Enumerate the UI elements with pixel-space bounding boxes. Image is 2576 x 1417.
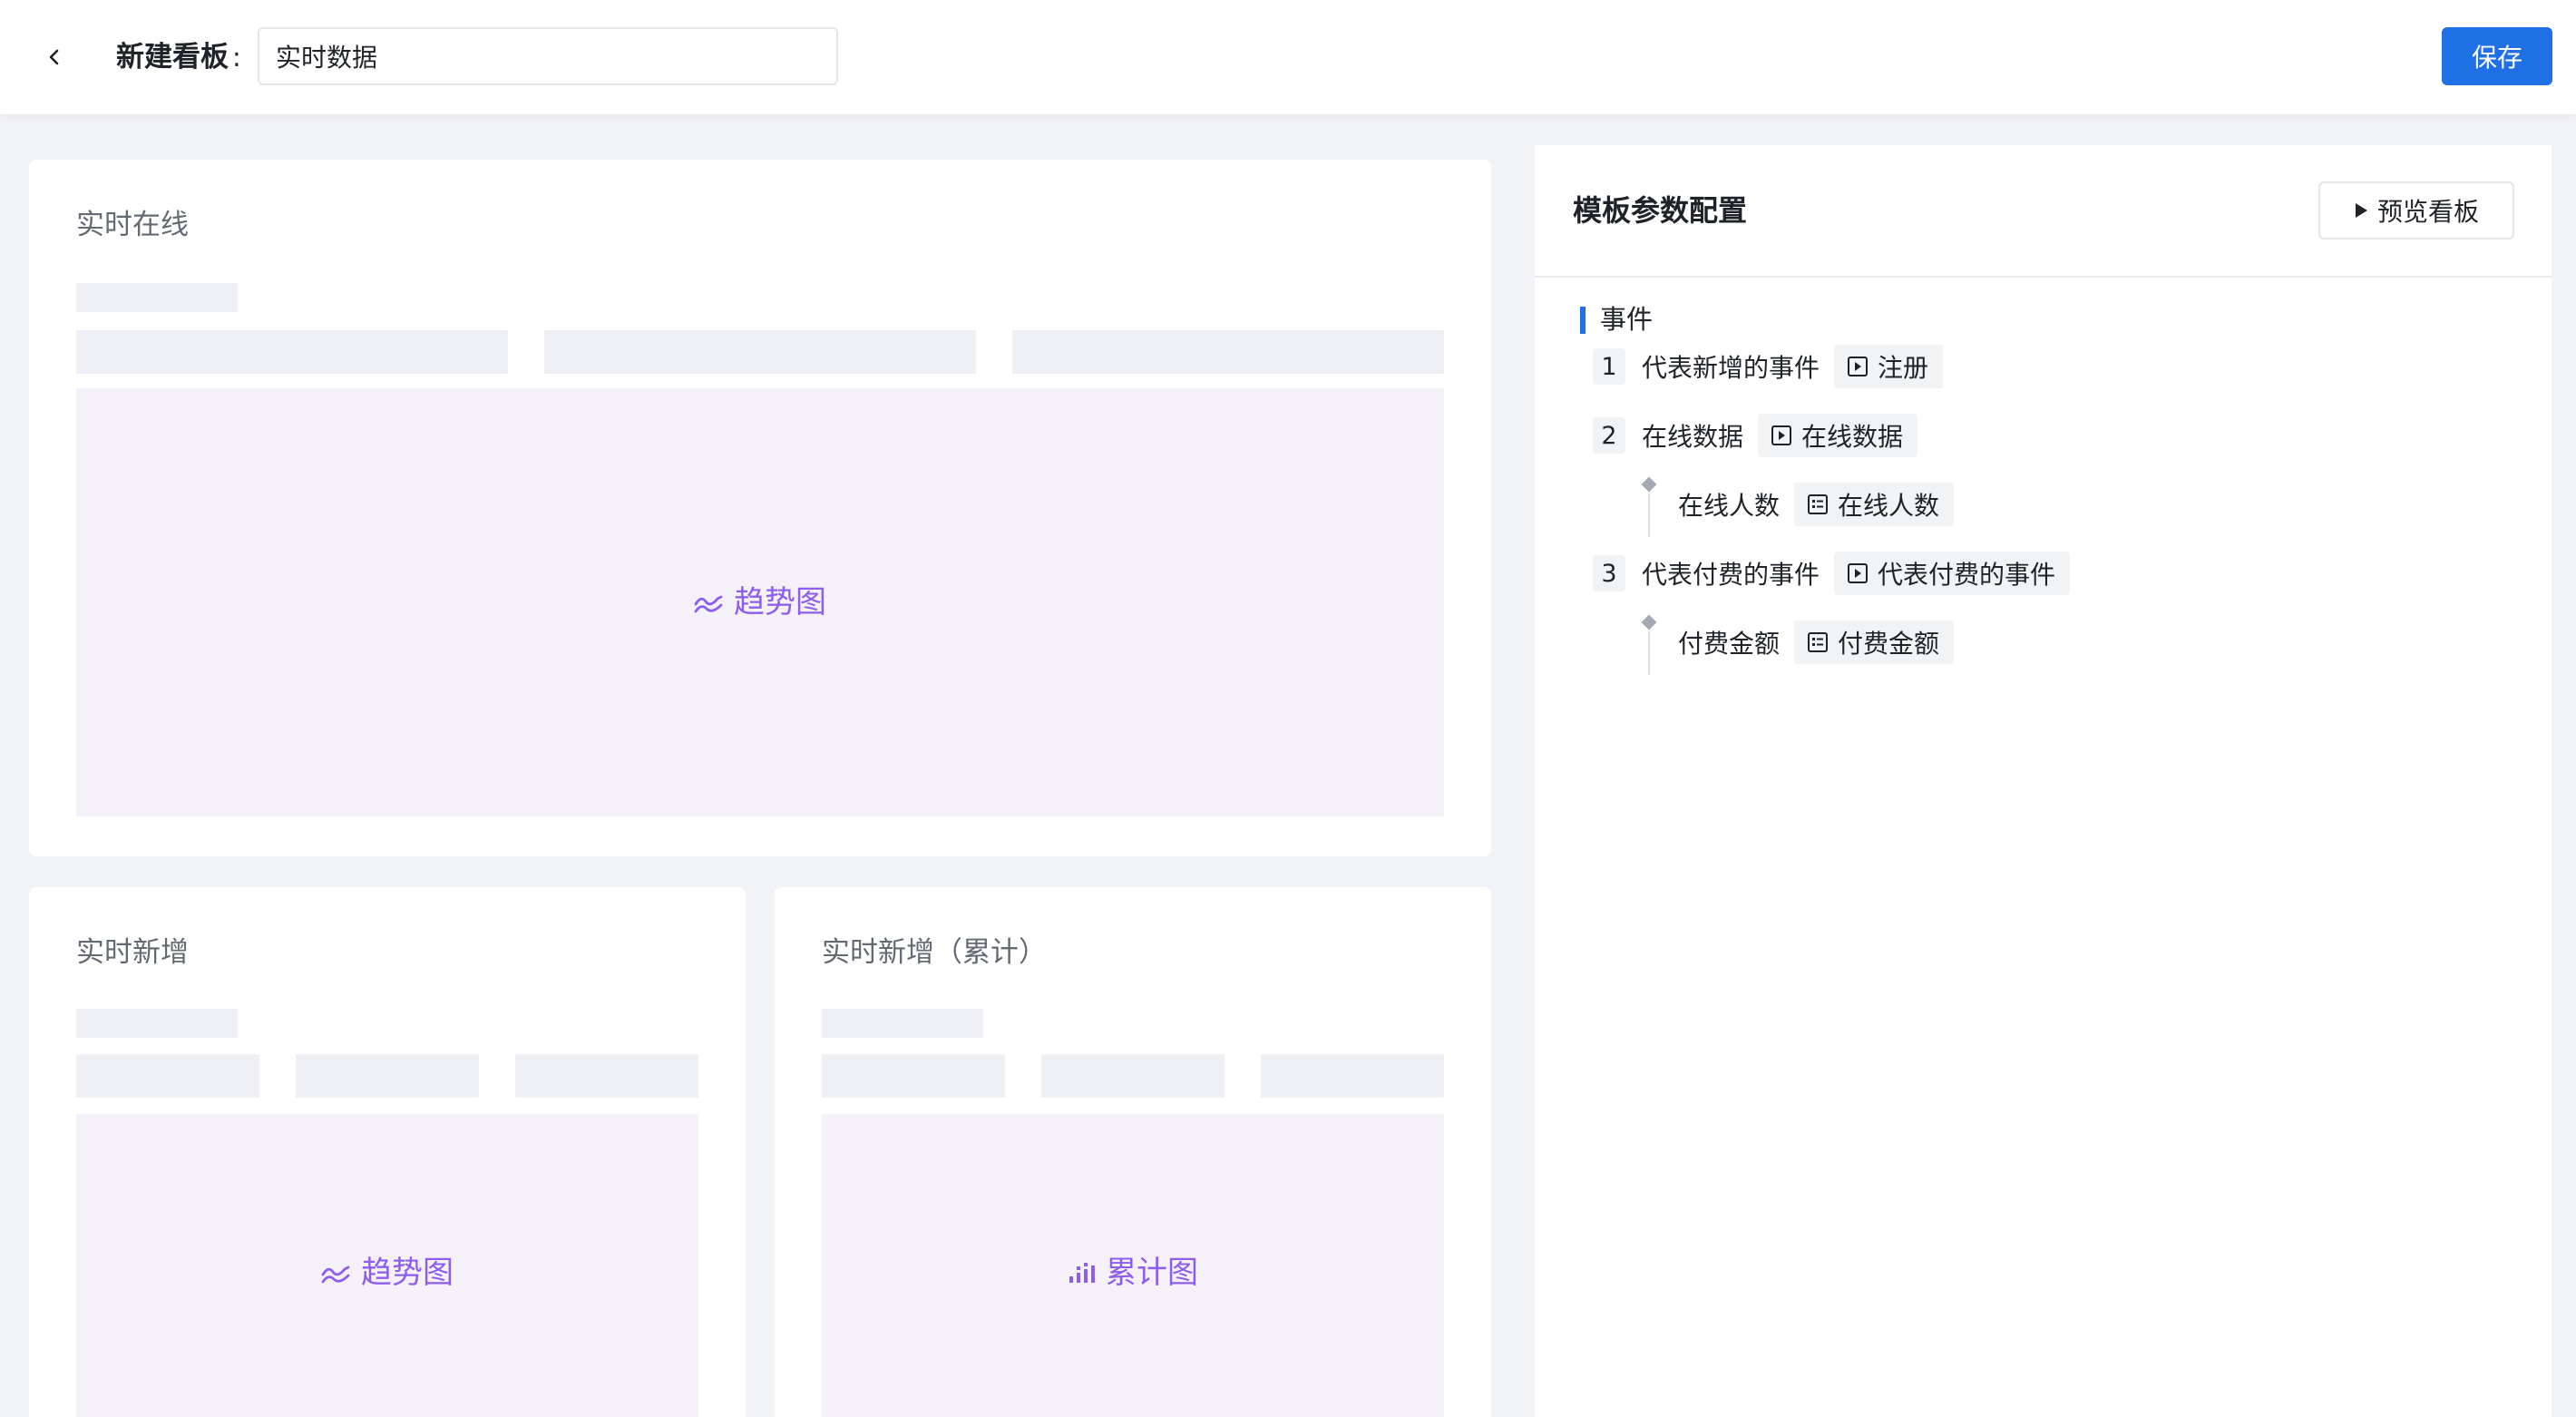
event-tag[interactable]: 注册 [1834, 345, 1944, 388]
top-header: 新建看板 : 保存 [0, 0, 2576, 114]
page-title-label: 新建看板 [116, 41, 229, 73]
dashboard-card-online[interactable]: 实时在线 趋势图 [29, 160, 1491, 856]
back-button[interactable] [33, 35, 76, 79]
chart-type-label: 累计图 [1106, 1255, 1198, 1291]
property-node-icon [1641, 476, 1657, 493]
chevron-left-icon [49, 49, 59, 65]
trend-chart-icon [694, 591, 723, 614]
skeleton-placeholder [822, 1054, 1005, 1098]
tree-connector [1648, 494, 1650, 537]
property-label: 在线人数 [1678, 491, 1781, 521]
property-label: 付费金额 [1678, 629, 1781, 659]
property-tag-label: 在线人数 [1838, 491, 1940, 521]
chart-placeholder: 累计图 [822, 1114, 1444, 1417]
event-icon [1848, 357, 1869, 376]
tree-connector [1648, 631, 1650, 675]
event-number: 1 [1593, 348, 1625, 385]
event-row: 2 在线数据 在线数据 [1593, 414, 1918, 457]
chart-placeholder: 趋势图 [76, 1114, 698, 1417]
event-row: 3 代表付费的事件 代表付费的事件 [1593, 552, 2071, 595]
skeleton-placeholder [1012, 330, 1444, 374]
event-number: 2 [1593, 417, 1625, 454]
panel-header: 模板参数配置 预览看板 [1535, 145, 2552, 278]
dashboard-card-new-cumulative[interactable]: 实时新增（累计） 累计图 [775, 887, 1491, 1417]
event-tag-label: 在线数据 [1801, 422, 1904, 452]
event-tag[interactable]: 在线数据 [1758, 414, 1918, 457]
skeleton-placeholder [76, 283, 238, 312]
board-name-input[interactable] [258, 27, 838, 85]
property-node-icon [1641, 614, 1657, 630]
property-row: 在线人数 在线人数 [1678, 483, 1955, 526]
property-tag[interactable]: 在线人数 [1794, 483, 1955, 526]
event-tag-label: 注册 [1878, 353, 1929, 383]
event-label: 在线数据 [1642, 422, 1744, 452]
card-title: 实时在线 [76, 209, 189, 241]
chart-placeholder: 趋势图 [76, 388, 1444, 816]
title-colon: : [232, 42, 241, 73]
skeleton-placeholder [822, 1009, 983, 1038]
skeleton-placeholder [296, 1054, 479, 1098]
skeleton-placeholder [544, 330, 976, 374]
skeleton-placeholder [76, 330, 508, 374]
event-icon [1771, 425, 1792, 445]
template-params-panel: 模板参数配置 预览看板 事件 1 代表新增的事件 注册 2 在线数据 在线数据 … [1535, 145, 2552, 1417]
panel-title: 模板参数配置 [1573, 193, 1748, 228]
skeleton-placeholder [1041, 1054, 1225, 1098]
cumulative-chart-icon [1068, 1261, 1095, 1285]
event-label: 代表新增的事件 [1642, 353, 1820, 383]
play-icon [2355, 203, 2367, 218]
property-icon [1808, 494, 1829, 514]
event-row: 1 代表新增的事件 注册 [1593, 345, 1944, 388]
property-icon [1808, 632, 1829, 652]
event-number: 3 [1593, 555, 1625, 591]
skeleton-placeholder [1261, 1054, 1444, 1098]
trend-chart-icon [321, 1261, 350, 1285]
card-title: 实时新增（累计） [822, 936, 1047, 969]
event-icon [1848, 563, 1869, 583]
skeleton-placeholder [76, 1054, 259, 1098]
save-button[interactable]: 保存 [2442, 27, 2552, 85]
skeleton-placeholder [76, 1009, 238, 1038]
event-label: 代表付费的事件 [1642, 560, 1820, 590]
event-tag-label: 代表付费的事件 [1878, 560, 2056, 590]
section-title: 事件 [1600, 304, 1654, 335]
skeleton-placeholder [515, 1054, 698, 1098]
dashboard-card-new[interactable]: 实时新增 趋势图 [29, 887, 746, 1417]
section-marker [1580, 307, 1586, 334]
property-tag-label: 付费金额 [1838, 629, 1940, 659]
property-row: 付费金额 付费金额 [1678, 621, 1955, 664]
card-title: 实时新增 [76, 936, 189, 969]
property-tag[interactable]: 付费金额 [1794, 621, 1955, 664]
chart-type-label: 趋势图 [734, 584, 826, 621]
preview-board-button[interactable]: 预览看板 [2318, 181, 2514, 239]
event-tag[interactable]: 代表付费的事件 [1834, 552, 2071, 595]
preview-label: 预览看板 [2376, 197, 2479, 227]
chart-type-label: 趋势图 [361, 1255, 454, 1291]
